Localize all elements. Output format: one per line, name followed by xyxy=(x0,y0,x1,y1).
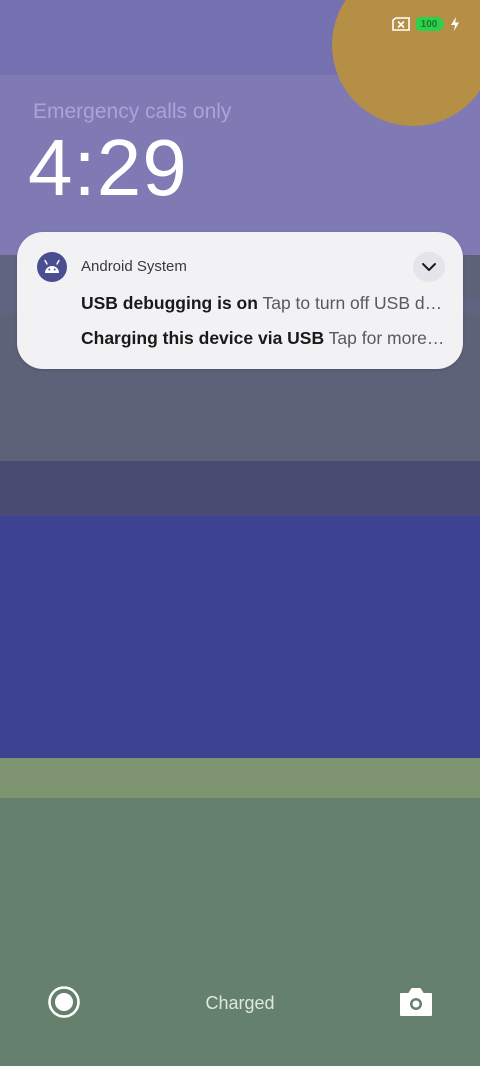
bolt-icon xyxy=(451,17,459,31)
carrier-text: Emergency calls only xyxy=(33,100,232,123)
battery-tip xyxy=(442,21,444,27)
battery-level: 100 xyxy=(416,17,442,31)
notification-text: Tap for more options. xyxy=(328,328,445,348)
no-sim-icon xyxy=(392,17,410,31)
lockscreen-clock: 4:29 xyxy=(28,123,188,212)
wallpaper-band xyxy=(0,798,480,1066)
notification-item-usb-debugging[interactable]: USB debugging is on Tap to turn off USB … xyxy=(81,293,445,314)
wallpaper-band xyxy=(0,461,480,516)
wallpaper-band xyxy=(0,758,480,798)
notification-title: Charging this device via USB xyxy=(81,328,325,348)
android-robot-icon xyxy=(37,252,67,282)
status-bar: 100 xyxy=(392,12,460,36)
camera-icon[interactable] xyxy=(398,986,434,1018)
notification-text: Tap to turn off USB debugging. xyxy=(262,293,445,313)
wallpaper-band xyxy=(0,516,480,758)
battery-indicator: 100 xyxy=(416,17,444,31)
notification-title: USB debugging is on xyxy=(81,293,258,313)
notification-app-name: Android System xyxy=(81,258,187,275)
notification-card[interactable]: Android System USB debugging is on Tap t… xyxy=(17,232,463,369)
notification-item-usb-charging[interactable]: Charging this device via USB Tap for mor… xyxy=(81,328,445,349)
chevron-down-icon[interactable] xyxy=(413,252,445,282)
